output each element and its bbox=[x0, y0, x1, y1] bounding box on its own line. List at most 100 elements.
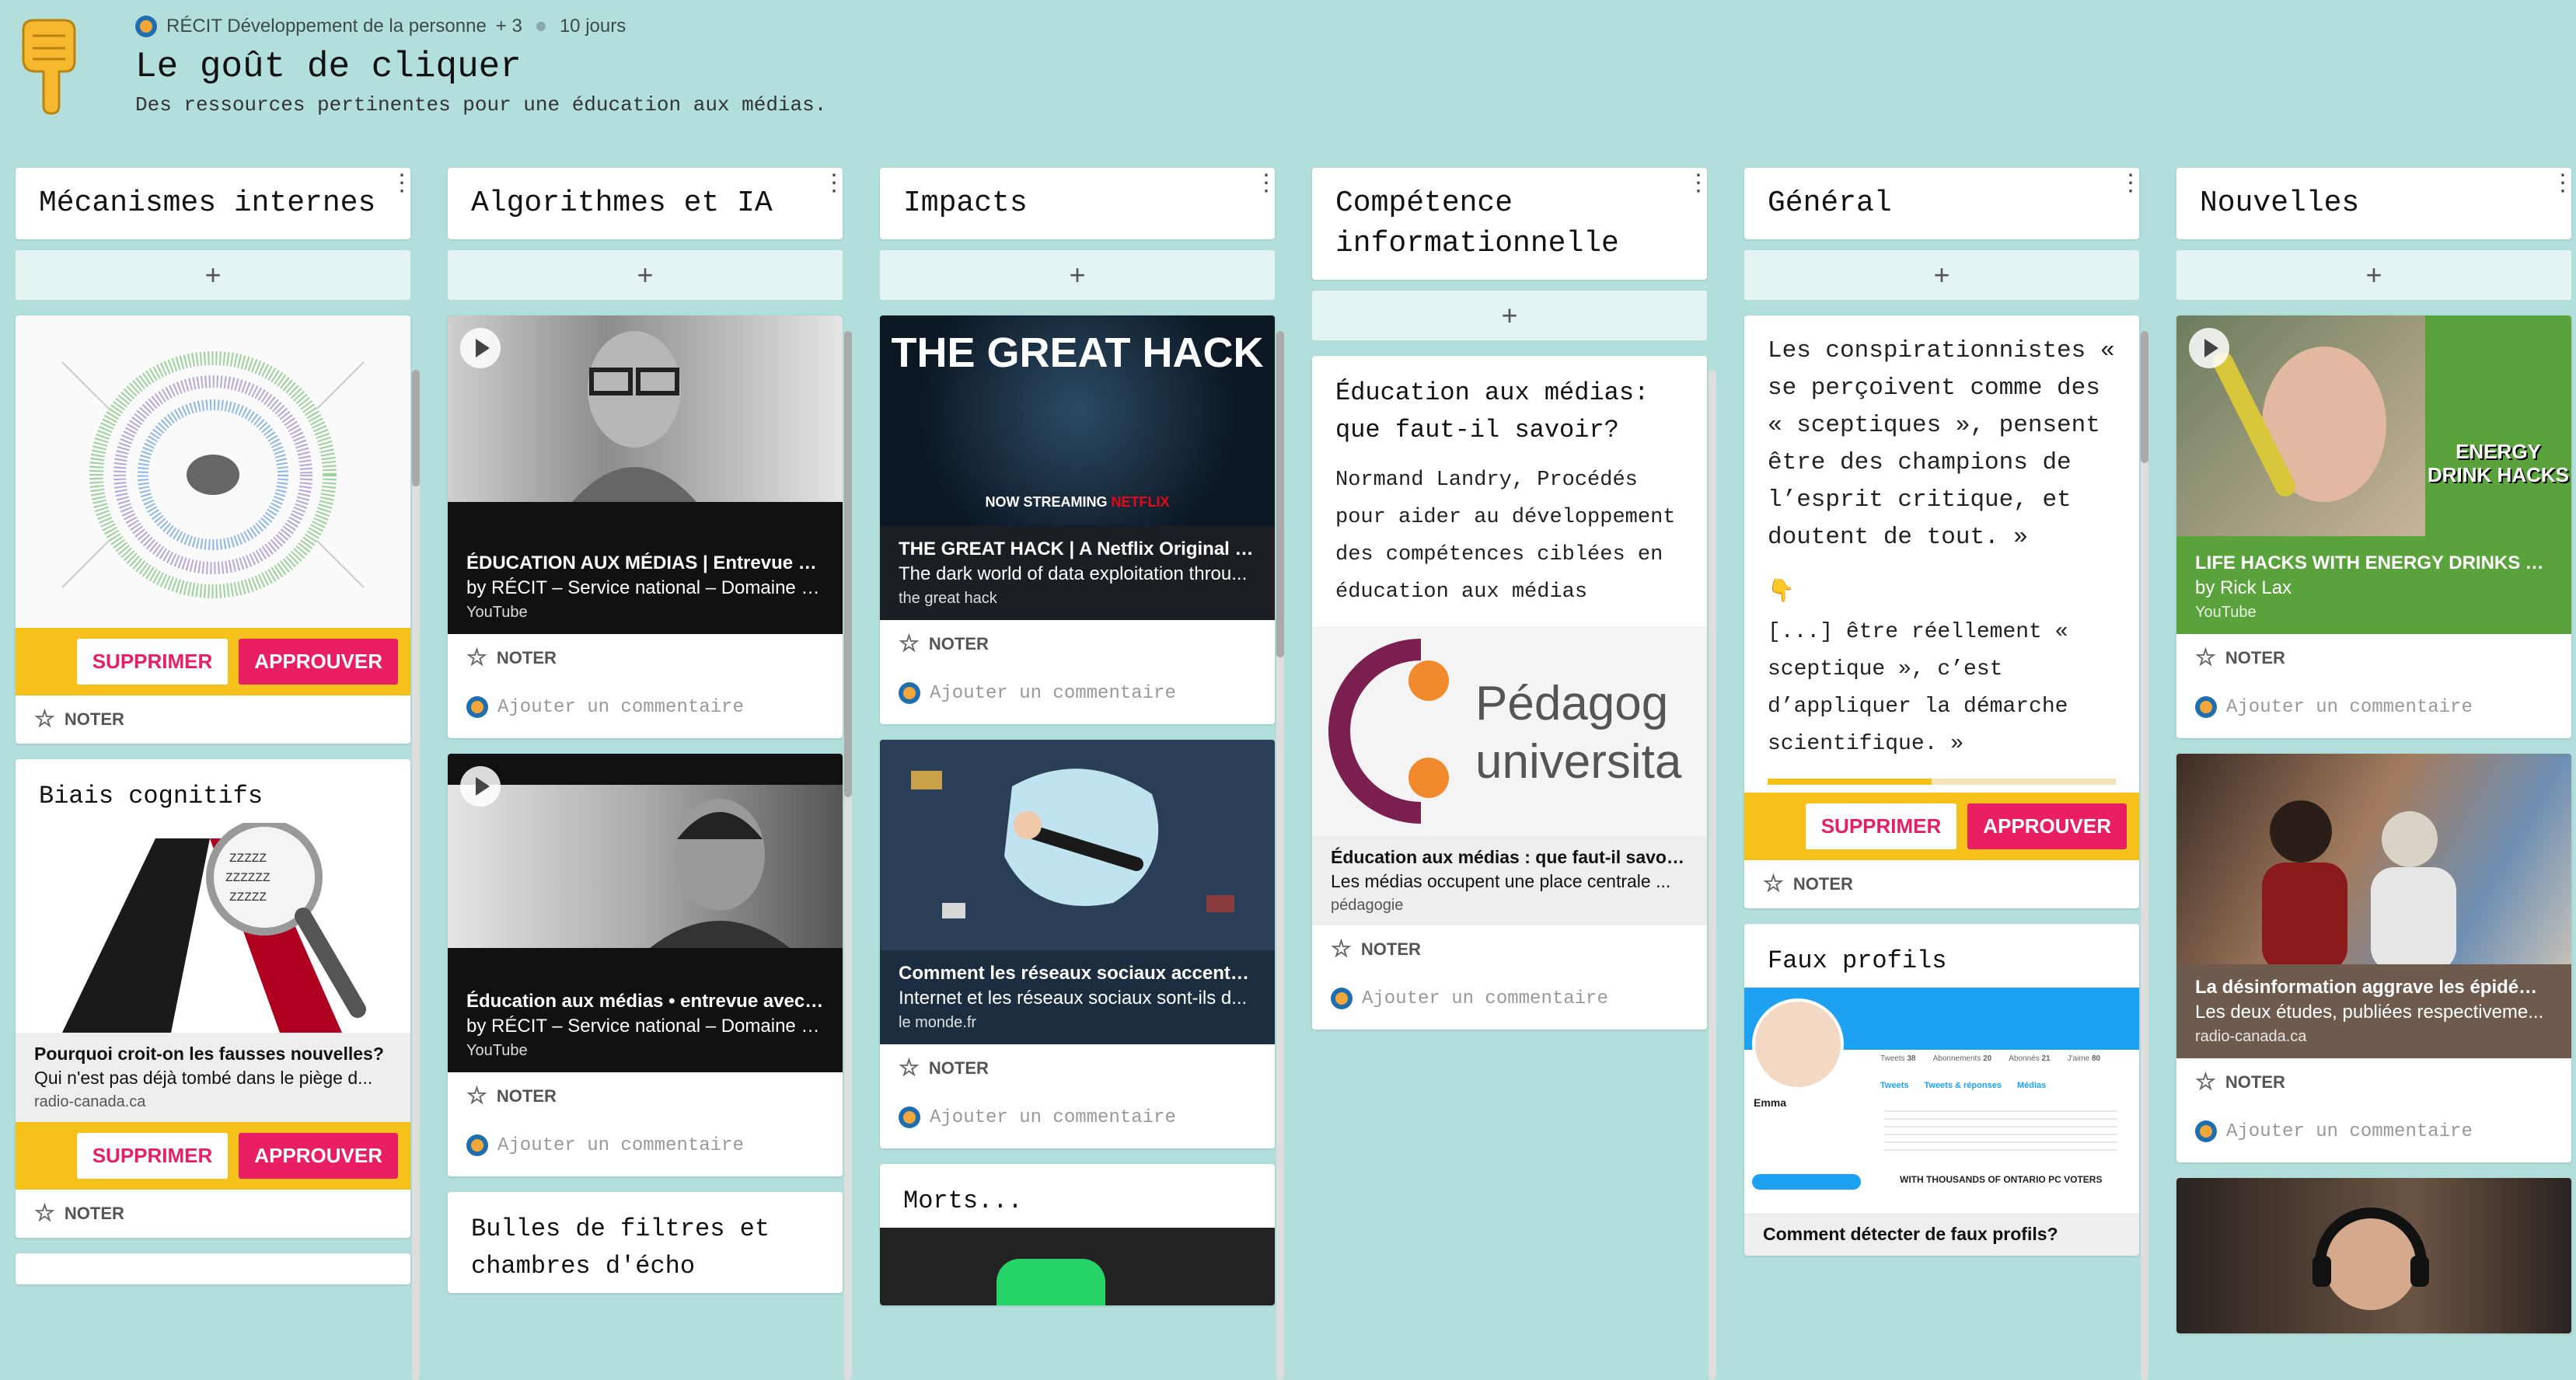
play-icon[interactable] bbox=[2189, 328, 2229, 368]
biais-cognitifs-image: ZZZZZ ZZZZZZ ZZZZZ bbox=[16, 823, 410, 1033]
star-icon[interactable]: ☆ bbox=[34, 1202, 55, 1225]
approve-button[interactable]: APPROUVER bbox=[239, 1133, 398, 1179]
star-icon[interactable]: ☆ bbox=[2195, 1071, 2216, 1094]
comment-placeholder: Ajouter un commentaire bbox=[1362, 988, 1608, 1009]
post-card[interactable]: Morts... bbox=[880, 1164, 1275, 1305]
rating-control[interactable]: ☆ NOTER bbox=[16, 1190, 410, 1238]
board-author[interactable]: RÉCIT Développement de la personne bbox=[166, 16, 487, 37]
comment-input[interactable]: Ajouter un commentaire bbox=[448, 682, 843, 738]
svg-text:ZZZZZZ: ZZZZZZ bbox=[225, 871, 271, 885]
star-icon[interactable]: ☆ bbox=[466, 1085, 487, 1108]
rating-control[interactable]: ☆ NOTER bbox=[1744, 860, 2139, 908]
play-icon[interactable] bbox=[460, 766, 501, 807]
column-scrollbar[interactable] bbox=[2141, 331, 2148, 1380]
column-scrollbar[interactable] bbox=[412, 370, 420, 1380]
rating-control[interactable]: ☆ NOTER bbox=[880, 620, 1275, 668]
link-title: THE GREAT HACK | A Netflix Original Do..… bbox=[899, 538, 1256, 559]
post-card[interactable]: ENERGY DRINK HACKS LIFE HACKS WITH ENERG… bbox=[2176, 315, 2571, 738]
more-options-icon[interactable]: ⋮ bbox=[2119, 173, 2142, 197]
link-title: Éducation aux médias : que faut-il savoi… bbox=[1331, 847, 1688, 867]
link-preview[interactable]: Éducation aux médias : que faut-il savoi… bbox=[1312, 836, 1707, 925]
post-card[interactable]: Éducation aux médias: que faut-il savoir… bbox=[1312, 356, 1707, 1030]
column-competence: Compétence informationnelle ⋮ + Éducatio… bbox=[1312, 168, 1716, 1380]
overlay-text: ENERGY DRINK HACKS bbox=[2428, 440, 2569, 486]
board-meta: RÉCIT Développement de la personne + 3 1… bbox=[135, 16, 626, 37]
column-scrollbar[interactable] bbox=[1276, 331, 1284, 1380]
more-options-icon[interactable]: ⋮ bbox=[2551, 173, 2574, 197]
add-post-button[interactable]: + bbox=[1312, 291, 1707, 340]
approve-button[interactable]: APPROUVER bbox=[1967, 803, 2127, 849]
comment-input[interactable]: Ajouter un commentaire bbox=[2176, 682, 2571, 738]
column-scrollbar[interactable] bbox=[844, 331, 852, 1380]
link-source: radio-canada.ca bbox=[34, 1093, 146, 1110]
add-post-button[interactable]: + bbox=[16, 250, 410, 300]
post-card[interactable]: Biais cognitifs ZZZZZ ZZZZZZ ZZZZZ Pourq… bbox=[16, 759, 410, 1238]
post-title: Éducation aux médias: que faut-il savoir… bbox=[1335, 378, 1649, 444]
approve-button[interactable]: APPROUVER bbox=[239, 639, 398, 685]
post-card[interactable]: SUPPRIMER APPROUVER ☆ NOTER bbox=[16, 315, 410, 744]
link-title: ÉDUCATION AUX MÉDIAS | Entrevue ave... bbox=[466, 552, 824, 573]
comment-input[interactable]: Ajouter un commentaire bbox=[880, 1092, 1275, 1148]
delete-button[interactable]: SUPPRIMER bbox=[1805, 803, 1957, 849]
rating-control[interactable]: ☆ NOTER bbox=[880, 1044, 1275, 1092]
rating-label: NOTER bbox=[496, 648, 557, 667]
link-preview[interactable]: Pourquoi croit-on les fausses nouvelles?… bbox=[16, 1033, 410, 1122]
column-title: Général ⋮ bbox=[1744, 168, 2142, 239]
post-card[interactable]: Les conspirationnistes « se perçoivent c… bbox=[1744, 315, 2139, 908]
comment-input[interactable]: Ajouter un commentaire bbox=[880, 668, 1275, 724]
delete-button[interactable]: SUPPRIMER bbox=[76, 1133, 229, 1179]
column-scrollbar[interactable] bbox=[1709, 370, 1716, 1380]
comment-input[interactable]: Ajouter un commentaire bbox=[448, 1120, 843, 1176]
post-card[interactable] bbox=[16, 1253, 410, 1284]
comment-input[interactable]: Ajouter un commentaire bbox=[1312, 974, 1707, 1030]
star-icon[interactable]: ☆ bbox=[2195, 646, 2216, 670]
post-card[interactable]: ÉDUCATION AUX MÉDIAS | Entrevue ave... b… bbox=[448, 315, 843, 738]
star-icon[interactable]: ☆ bbox=[1763, 873, 1784, 896]
column-title: Impacts ⋮ bbox=[880, 168, 1278, 239]
rating-control[interactable]: ☆ NOTER bbox=[16, 695, 410, 744]
more-options-icon[interactable]: ⋮ bbox=[1687, 173, 1710, 197]
star-icon[interactable]: ☆ bbox=[899, 632, 920, 656]
link-preview[interactable]: Comment détecter de faux profils? bbox=[1744, 1213, 2139, 1256]
great-hack-poster[interactable]: THE GREAT HACK NOW STREAMING NETFLIX THE… bbox=[880, 315, 1275, 620]
post-card[interactable] bbox=[2176, 1178, 2571, 1333]
rating-label: NOTER bbox=[928, 634, 989, 653]
star-icon[interactable]: ☆ bbox=[1331, 938, 1352, 961]
post-card[interactable]: Bulles de filtres et chambres d'écho bbox=[448, 1192, 843, 1293]
play-icon[interactable] bbox=[460, 328, 501, 368]
add-post-button[interactable]: + bbox=[1744, 250, 2139, 300]
video-preview[interactable]: ENERGY DRINK HACKS LIFE HACKS WITH ENERG… bbox=[2176, 315, 2571, 634]
post-card[interactable]: Faux profils Emma Tweets 38 Abonnements … bbox=[1744, 924, 2139, 1256]
link-description: by RÉCIT – Service national – Domaine d.… bbox=[466, 1016, 824, 1037]
add-post-button[interactable]: + bbox=[2176, 250, 2571, 300]
link-description: Les deux études, publiées respectiveme..… bbox=[2195, 1002, 2544, 1023]
rating-control[interactable]: ☆ NOTER bbox=[448, 634, 843, 682]
post-card[interactable]: THE GREAT HACK NOW STREAMING NETFLIX THE… bbox=[880, 315, 1275, 724]
video-preview[interactable]: ÉDUCATION AUX MÉDIAS | Entrevue ave... b… bbox=[448, 315, 843, 634]
more-options-icon[interactable]: ⋮ bbox=[1255, 173, 1278, 197]
comment-input[interactable]: Ajouter un commentaire bbox=[2176, 1106, 2571, 1162]
more-options-icon[interactable]: ⋮ bbox=[822, 173, 846, 197]
link-description: The dark world of data exploitation thro… bbox=[899, 563, 1248, 584]
add-post-button[interactable]: + bbox=[448, 250, 843, 300]
rating-control[interactable]: ☆ NOTER bbox=[1312, 925, 1707, 974]
rating-control[interactable]: ☆ NOTER bbox=[448, 1072, 843, 1120]
delete-button[interactable]: SUPPRIMER bbox=[76, 639, 229, 685]
recit-logo-icon bbox=[2195, 1120, 2217, 1142]
star-icon[interactable]: ☆ bbox=[34, 708, 55, 731]
social-media-illustration[interactable]: Comment les réseaux sociaux accentue... … bbox=[880, 740, 1275, 1044]
poster-title: THE GREAT HACK bbox=[891, 329, 1264, 376]
star-icon[interactable]: ☆ bbox=[899, 1057, 920, 1080]
rating-control[interactable]: ☆ NOTER bbox=[2176, 1058, 2571, 1106]
column-nouvelles: Nouvelles ⋮ + ENERGY DRINK HACKS LIFE HA… bbox=[2176, 168, 2574, 1380]
post-card[interactable]: Éducation aux médias • entrevue avec Ni.… bbox=[448, 754, 843, 1176]
news-photo[interactable]: La désinformation aggrave les épidémies … bbox=[2176, 754, 2571, 1058]
post-card[interactable]: La désinformation aggrave les épidémies … bbox=[2176, 754, 2571, 1162]
star-icon[interactable]: ☆ bbox=[466, 646, 487, 670]
column-title: Algorithmes et IA ⋮ bbox=[448, 168, 846, 239]
post-card[interactable]: Comment les réseaux sociaux accentue... … bbox=[880, 740, 1275, 1148]
add-post-button[interactable]: + bbox=[880, 250, 1275, 300]
more-options-icon[interactable]: ⋮ bbox=[390, 173, 414, 197]
video-preview[interactable]: Éducation aux médias • entrevue avec Ni.… bbox=[448, 754, 843, 1072]
rating-control[interactable]: ☆ NOTER bbox=[2176, 634, 2571, 682]
